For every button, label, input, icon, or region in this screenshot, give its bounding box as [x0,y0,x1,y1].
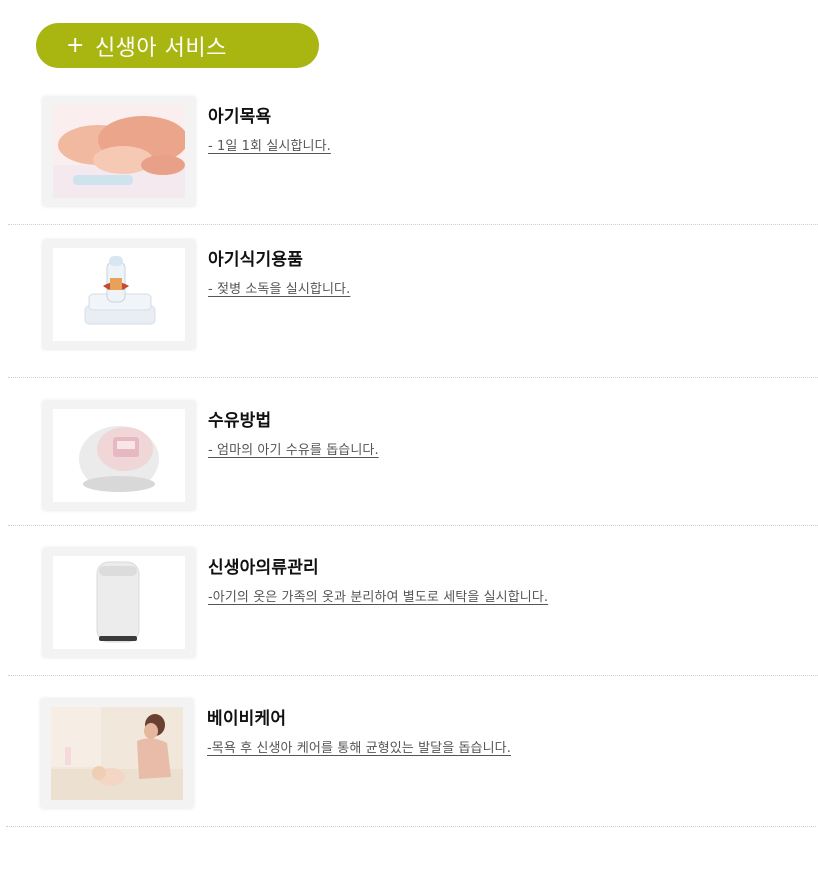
breast-pump-photo [53,409,185,502]
baby-bottle-photo [53,248,185,341]
divider [8,377,818,378]
item-description: - 1일 1회 실시합니다. [208,139,331,154]
item-title: 아기식기용품 [208,250,304,270]
item-description: - 엄마의 아기 수유를 돕습니다. [208,443,379,458]
item-title: 베이비케어 [207,709,287,729]
item-thumbnail [41,699,193,808]
divider [8,525,818,526]
item-description: - 젖병 소독을 실시합니다. [208,282,351,297]
baby-feet-photo [53,105,185,198]
item-thumbnail [43,401,195,510]
item-thumbnail [43,548,195,657]
divider [8,675,818,676]
mother-baby-photo [51,707,183,800]
divider [8,224,818,225]
divider [6,826,816,827]
section-header: + 신생아 서비스 [36,23,319,68]
item-description: -목욕 후 신생아 케어를 통해 균형있는 발달을 돕습니다. [207,741,511,756]
plus-icon: + [66,33,85,58]
item-title: 신생아의류관리 [208,558,319,578]
item-thumbnail [43,97,195,206]
item-title: 아기목욕 [208,107,272,127]
item-thumbnail [43,240,195,349]
section-title: 신생아 서비스 [94,35,227,61]
item-description: -아기의 옷은 가족의 옷과 분리하여 별도로 세탁을 실시합니다. [208,590,549,605]
item-title: 수유방법 [208,411,272,431]
mini-washer-photo [53,556,185,649]
